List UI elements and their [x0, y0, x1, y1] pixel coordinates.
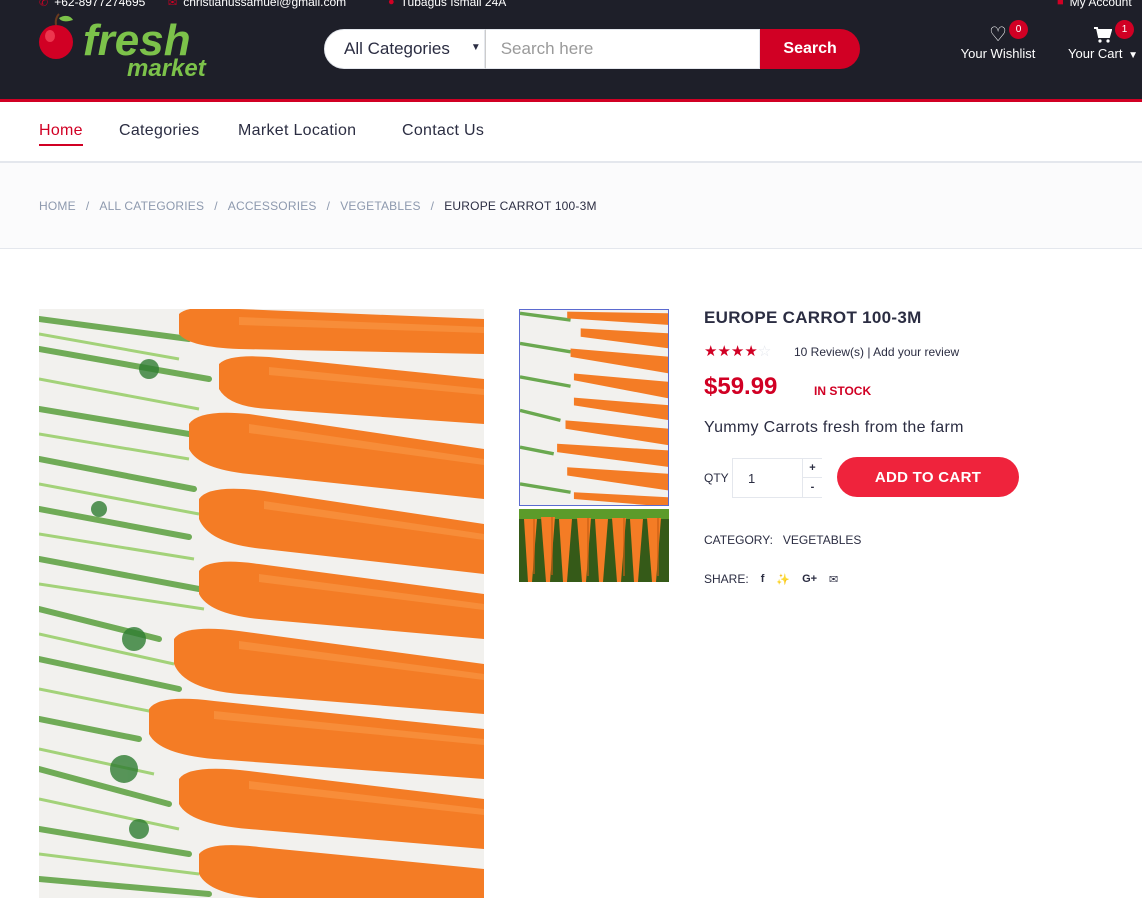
envelope-icon: ✉ — [168, 0, 178, 9]
search-button[interactable]: Search — [760, 29, 860, 69]
product-rating: ★★★★☆ — [704, 342, 771, 360]
apple-icon — [39, 25, 73, 59]
nav-market-location[interactable]: Market Location — [238, 122, 356, 140]
wishlist-label: Your Wishlist — [960, 46, 1036, 61]
search-input[interactable]: Search here — [484, 29, 761, 69]
user-icon: ■ — [1057, 0, 1064, 8]
nav-contact-us[interactable]: Contact Us — [402, 122, 484, 140]
twitter-icon[interactable]: ✨ — [776, 573, 790, 586]
product-thumbnail-1[interactable] — [519, 309, 669, 506]
shopping-cart-icon — [1094, 27, 1112, 43]
envelope-icon[interactable]: ✉ — [829, 573, 838, 586]
product-category: CATEGORY: VEGETABLES — [704, 533, 861, 547]
stock-status: IN STOCK — [814, 384, 872, 398]
email-link[interactable]: ✉ christianussamuel@gmail.com — [168, 0, 346, 9]
wishlist-count-badge: 0 — [1009, 20, 1028, 39]
logo-word-market: market — [127, 55, 207, 80]
product-name: EUROPE CARROT 100-3M — [704, 308, 922, 327]
breadcrumb-home[interactable]: HOME — [39, 199, 76, 213]
fresh-market-logo[interactable]: fresh market — [39, 12, 224, 80]
star-icon: ★ — [730, 343, 745, 360]
category-select-value: All Categories — [344, 39, 450, 58]
share-label: SHARE: — [704, 572, 749, 586]
cart-button[interactable]: Your Cart ▼ 1 — [1058, 20, 1142, 61]
address-text: Tubagus Ismail 24A — [400, 0, 507, 9]
qty-decrease-button[interactable]: - — [802, 478, 822, 497]
phone-link[interactable]: ✆ +62-8977274695 — [39, 0, 145, 9]
google-plus-icon[interactable]: G+ — [802, 573, 817, 585]
site-header: ✆ +62-8977274695 ✉ christianussamuel@gma… — [0, 0, 1142, 102]
breadcrumb: HOME / ALL CATEGORIES / ACCESSORIES / VEGET… — [0, 163, 1142, 249]
search-bar: All Categories ▼ Search here Search — [324, 29, 860, 69]
review-link[interactable]: 10 Review(s) | Add your review — [794, 345, 959, 359]
nav-categories[interactable]: Categories — [119, 122, 199, 140]
facebook-icon[interactable]: f — [761, 573, 765, 585]
wishlist-button[interactable]: ♡ Your Wishlist 0 — [953, 20, 1043, 61]
account-link[interactable]: ■ My Account — [1057, 0, 1132, 9]
qty-increase-button[interactable]: + — [802, 459, 822, 478]
account-text: My Account — [1069, 0, 1132, 9]
product-price: $59.99 — [704, 373, 778, 400]
heart-icon: ♡ — [989, 24, 1007, 46]
nav-home[interactable]: Home — [39, 122, 83, 146]
breadcrumb-accessories[interactable]: ACCESSORIES — [228, 199, 317, 213]
share-row: SHARE: f ✨ G+ ✉ — [704, 572, 838, 586]
caret-down-icon: ▼ — [1128, 50, 1138, 61]
address-link[interactable]: ● Tubagus Ismail 24A — [388, 0, 506, 9]
quantity-input[interactable]: 1 — [748, 471, 755, 486]
search-placeholder: Search here — [500, 39, 594, 58]
add-to-cart-button[interactable]: ADD TO CART — [837, 457, 1019, 497]
quantity-stepper[interactable]: 1 + - — [732, 458, 822, 498]
category-link[interactable]: VEGETABLES — [783, 533, 861, 547]
star-icon: ★ — [744, 343, 758, 360]
phone-text: +62-8977274695 — [54, 0, 146, 9]
breadcrumb-vegetables[interactable]: VEGETABLES — [340, 199, 420, 213]
caret-down-icon: ▼ — [470, 42, 481, 53]
star-empty-icon: ☆ — [757, 343, 772, 360]
top-bar: ✆ +62-8977274695 ✉ christianussamuel@gma… — [0, 0, 1142, 11]
product-thumbnail-2[interactable] — [519, 509, 669, 582]
product-description: Yummy Carrots fresh from the farm — [704, 419, 964, 436]
breadcrumb-current: EUROPE CARROT 100-3M — [444, 199, 597, 213]
qty-label: QTY — [704, 471, 729, 485]
star-icon: ★ — [717, 343, 731, 360]
map-marker-icon: ● — [388, 0, 395, 8]
phone-icon: ✆ — [39, 0, 49, 9]
main-navigation: Home Categories Market Location Contact … — [0, 105, 1142, 163]
breadcrumb-all-categories[interactable]: ALL CATEGORIES — [99, 199, 204, 213]
star-icon: ★ — [704, 343, 718, 360]
category-select[interactable]: All Categories ▼ — [324, 29, 485, 69]
product-main-image[interactable] — [39, 309, 484, 898]
category-label: CATEGORY: — [704, 533, 773, 547]
email-text: christianussamuel@gmail.com — [183, 0, 347, 9]
cart-label: Your Cart — [1068, 46, 1123, 61]
cart-count-badge: 1 — [1115, 20, 1134, 39]
